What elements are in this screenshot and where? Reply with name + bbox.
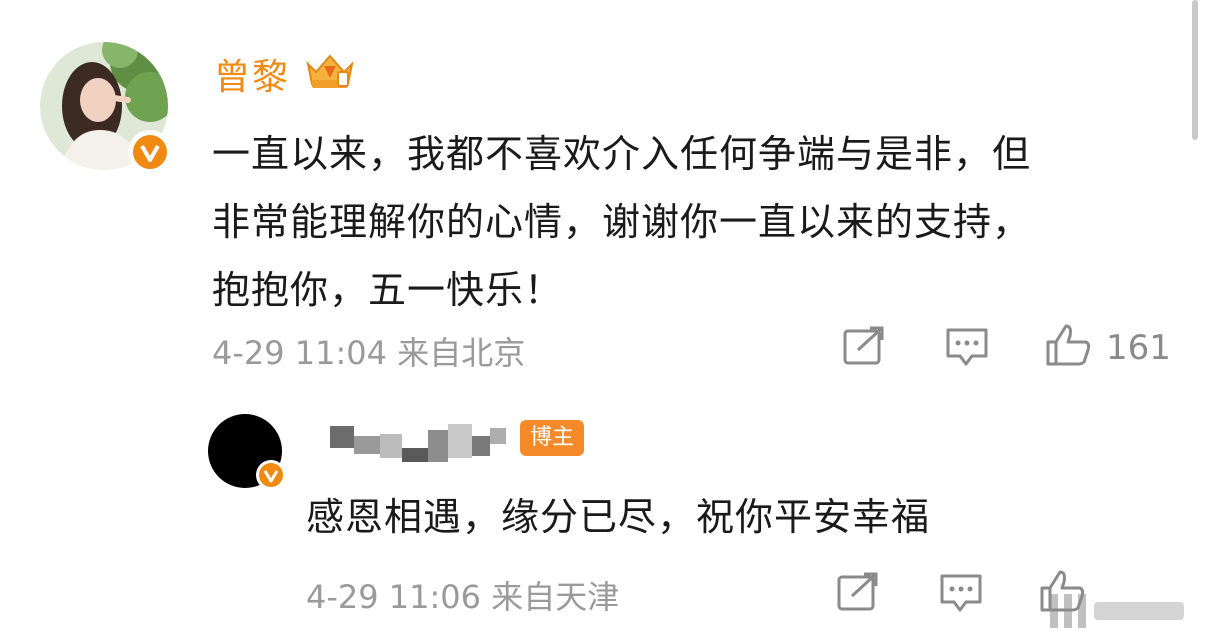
comment-line: 抱抱你，五一快乐！ [212, 268, 564, 312]
location: 来自天津 [491, 578, 620, 616]
crown-icon [302, 50, 358, 92]
reply-meta: 4-29 11:06 来自天津 [306, 572, 619, 618]
comment-meta: 4-29 11:04 来自北京 [212, 328, 525, 374]
like-icon[interactable] [1044, 322, 1092, 372]
location: 来自北京 [397, 334, 526, 372]
comment-thread: 曾黎 一直以来，我都不喜欢介入任何争端与是非，但 非常能理解你的心情，谢谢你一直… [0, 0, 1206, 633]
username[interactable]: 曾黎 [214, 48, 290, 100]
blogger-badge: 博主 [520, 420, 585, 456]
scrollbar-thumb[interactable] [1192, 0, 1198, 140]
comment-line: 非常能理解你的心情，谢谢你一直以来的支持， [212, 200, 1032, 244]
verified-icon [128, 130, 172, 174]
scrollbar[interactable] [1192, 0, 1198, 633]
comment-content: 一直以来，我都不喜欢介入任何争端与是非，但 非常能理解你的心情，谢谢你一直以来的… [212, 120, 1162, 324]
timestamp: 4-29 11:06 [306, 578, 482, 616]
share-icon[interactable] [836, 572, 880, 616]
comment-line: 一直以来，我都不喜欢介入任何争端与是非，但 [212, 132, 1032, 176]
comment-icon[interactable] [944, 326, 990, 372]
verified-icon [256, 460, 286, 490]
watermark [1050, 590, 1190, 633]
reply-content: 感恩相遇，缘分已尽，祝你平安幸福 [306, 495, 931, 539]
timestamp: 4-29 11:04 [212, 334, 388, 372]
share-icon[interactable] [842, 326, 886, 370]
comment-icon[interactable] [938, 572, 984, 618]
like-count: 161 [1106, 328, 1171, 368]
blurred-username[interactable] [330, 420, 510, 466]
